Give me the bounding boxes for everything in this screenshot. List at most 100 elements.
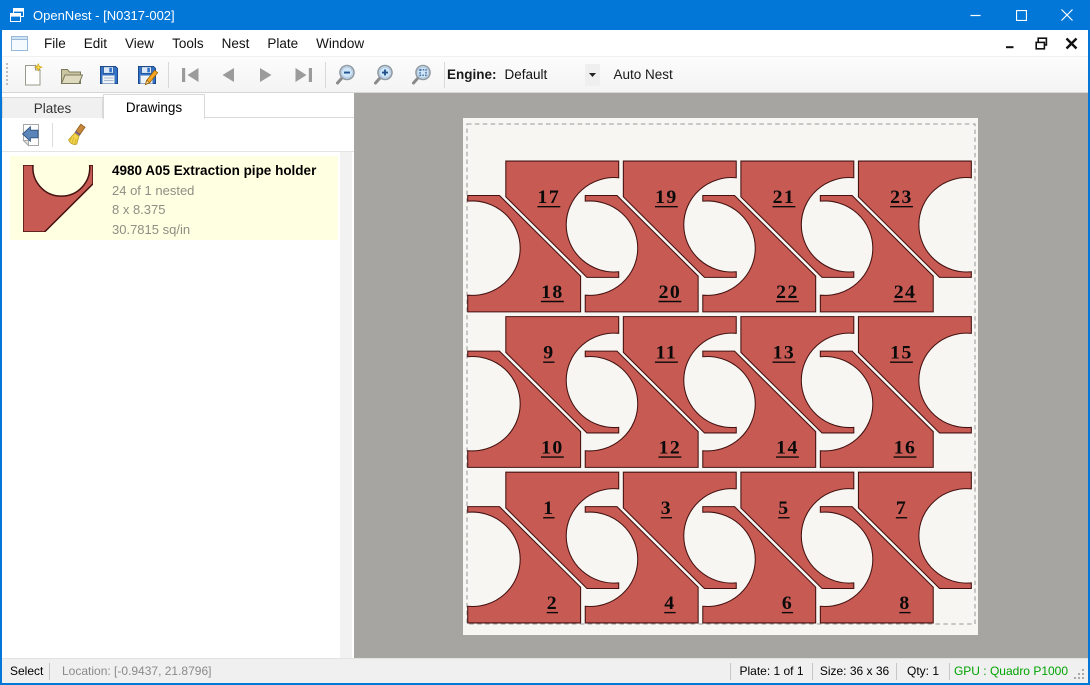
save-icon	[97, 63, 121, 87]
menu-file[interactable]: File	[36, 31, 74, 56]
save-as-button[interactable]	[135, 63, 159, 87]
menu-tools[interactable]: Tools	[164, 31, 212, 56]
part-number-label: 6	[782, 593, 793, 614]
zoom-extents-icon	[411, 63, 435, 87]
mdi-close-button[interactable]	[1060, 33, 1082, 55]
drawing-nested-count: 24 of 1 nested	[112, 183, 316, 198]
part-number-label: 9	[543, 343, 554, 364]
part-number-label: 14	[776, 438, 799, 459]
first-plate-button[interactable]	[178, 63, 202, 87]
status-mode: Select	[2, 664, 49, 678]
auto-nest-button[interactable]: Auto Nest	[614, 67, 673, 82]
list-scrollbar[interactable]	[340, 152, 352, 658]
part-thumbnail	[23, 165, 93, 232]
main-toolbar: Engine: Default Auto Nest	[2, 57, 1088, 93]
menu-items: FileEditViewToolsNestPlateWindow	[36, 31, 374, 56]
engine-select-value[interactable]: Default	[505, 67, 585, 82]
toolbar-grip[interactable]	[5, 63, 8, 87]
opennest-window: OpenNest - [N0317-002] FileEditViewTools…	[0, 0, 1090, 685]
status-size: Size: 36 x 36	[813, 664, 896, 678]
drawing-title: 4980 A05 Extraction pipe holder	[112, 163, 316, 178]
zoom-extents-button[interactable]	[411, 63, 435, 87]
zoom-in-button[interactable]	[373, 63, 397, 87]
part-number-label: 5	[778, 498, 789, 519]
part-number-label: 8	[899, 593, 910, 614]
part-number-label: 13	[773, 343, 796, 364]
part-thumbnail-shape	[23, 165, 93, 232]
toolbar-separator	[168, 62, 169, 88]
part-number-label: 3	[661, 498, 672, 519]
previous-plate-button[interactable]	[216, 63, 240, 87]
toolbar-separator	[444, 62, 445, 88]
zoom-out-button[interactable]	[335, 63, 359, 87]
next-plate-button[interactable]	[254, 63, 278, 87]
new-document-icon	[21, 63, 45, 87]
nesting-canvas[interactable]: 181720192221242310912111413161521436587	[354, 93, 1088, 658]
drawing-area: 30.7815 sq/in	[112, 222, 316, 237]
tabstrip: Plates Drawings	[2, 93, 354, 118]
part-number-label: 21	[773, 187, 796, 208]
drawing-item-text: 4980 A05 Extraction pipe holder 24 of 1 …	[112, 163, 316, 237]
mdi-minimize-button[interactable]	[1000, 33, 1022, 55]
mdi-content: Plates Drawings	[2, 93, 1088, 658]
next-plate-icon	[254, 63, 278, 87]
part-number-label: 19	[655, 187, 678, 208]
part-number-label: 15	[890, 343, 913, 364]
close-button[interactable]	[1044, 0, 1090, 30]
status-qty: Qty: 1	[897, 664, 949, 678]
clean-button[interactable]	[65, 122, 91, 148]
resize-grip[interactable]	[1072, 659, 1086, 684]
drawings-list: 4980 A05 Extraction pipe holder 24 of 1 …	[2, 152, 340, 658]
menu-nest[interactable]: Nest	[214, 31, 258, 56]
minimize-button[interactable]	[952, 0, 998, 30]
open-folder-icon	[59, 63, 83, 87]
titlebar: OpenNest - [N0317-002]	[0, 0, 1090, 30]
save-button[interactable]	[97, 63, 121, 87]
clean-broom-icon	[66, 123, 90, 147]
last-plate-button[interactable]	[292, 63, 316, 87]
previous-plate-icon	[216, 63, 240, 87]
menu-plate[interactable]: Plate	[259, 31, 306, 56]
back-to-drawing-icon	[19, 123, 43, 147]
drawings-toolbar	[2, 119, 354, 152]
maximize-button[interactable]	[998, 0, 1044, 30]
tab-drawings[interactable]: Drawings	[103, 94, 205, 119]
part-number-label: 24	[894, 282, 917, 303]
menu-view[interactable]: View	[117, 31, 162, 56]
plate-sheet: 181720192221242310912111413161521436587	[463, 118, 978, 635]
open-button[interactable]	[59, 63, 83, 87]
part-number-label: 20	[659, 282, 682, 303]
back-to-drawing-button[interactable]	[18, 122, 44, 148]
save-as-icon	[135, 63, 159, 87]
new-document-button[interactable]	[21, 63, 45, 87]
part-number-label: 4	[664, 593, 675, 614]
tab-plates[interactable]: Plates	[2, 97, 103, 118]
window-title: OpenNest - [N0317-002]	[33, 8, 175, 23]
menu-edit[interactable]: Edit	[76, 31, 115, 56]
part-number-label: 12	[659, 438, 682, 459]
status-location: Location: [-0.9437, 21.8796]	[50, 664, 730, 678]
engine-label: Engine:	[447, 67, 497, 82]
part-number-label: 23	[890, 187, 913, 208]
zoom-out-icon	[335, 63, 359, 87]
part-number-label: 7	[896, 498, 907, 519]
mdi-buttons	[1000, 30, 1082, 57]
menubar: FileEditViewToolsNestPlateWindow	[2, 30, 1088, 57]
zoom-in-icon	[373, 63, 397, 87]
caption-buttons	[952, 0, 1090, 30]
menu-window[interactable]: Window	[308, 31, 372, 56]
part-number-label: 1	[543, 498, 554, 519]
engine-dropdown-arrow[interactable]	[585, 64, 600, 86]
part-number-label: 10	[541, 438, 564, 459]
part-number-label: 22	[776, 282, 799, 303]
toolbar-separator	[325, 62, 326, 88]
first-plate-icon	[178, 63, 202, 87]
part-number-label: 2	[547, 593, 558, 614]
part-number-label: 16	[894, 438, 917, 459]
mdi-restore-button[interactable]	[1030, 33, 1052, 55]
drawing-list-item[interactable]: 4980 A05 Extraction pipe holder 24 of 1 …	[10, 156, 338, 240]
drawings-toolbar-separator	[52, 123, 53, 147]
statusbar: Select Location: [-0.9437, 21.8796] Plat…	[2, 658, 1088, 683]
part-number-label: 18	[541, 282, 564, 303]
child-window-icon[interactable]	[11, 36, 28, 51]
